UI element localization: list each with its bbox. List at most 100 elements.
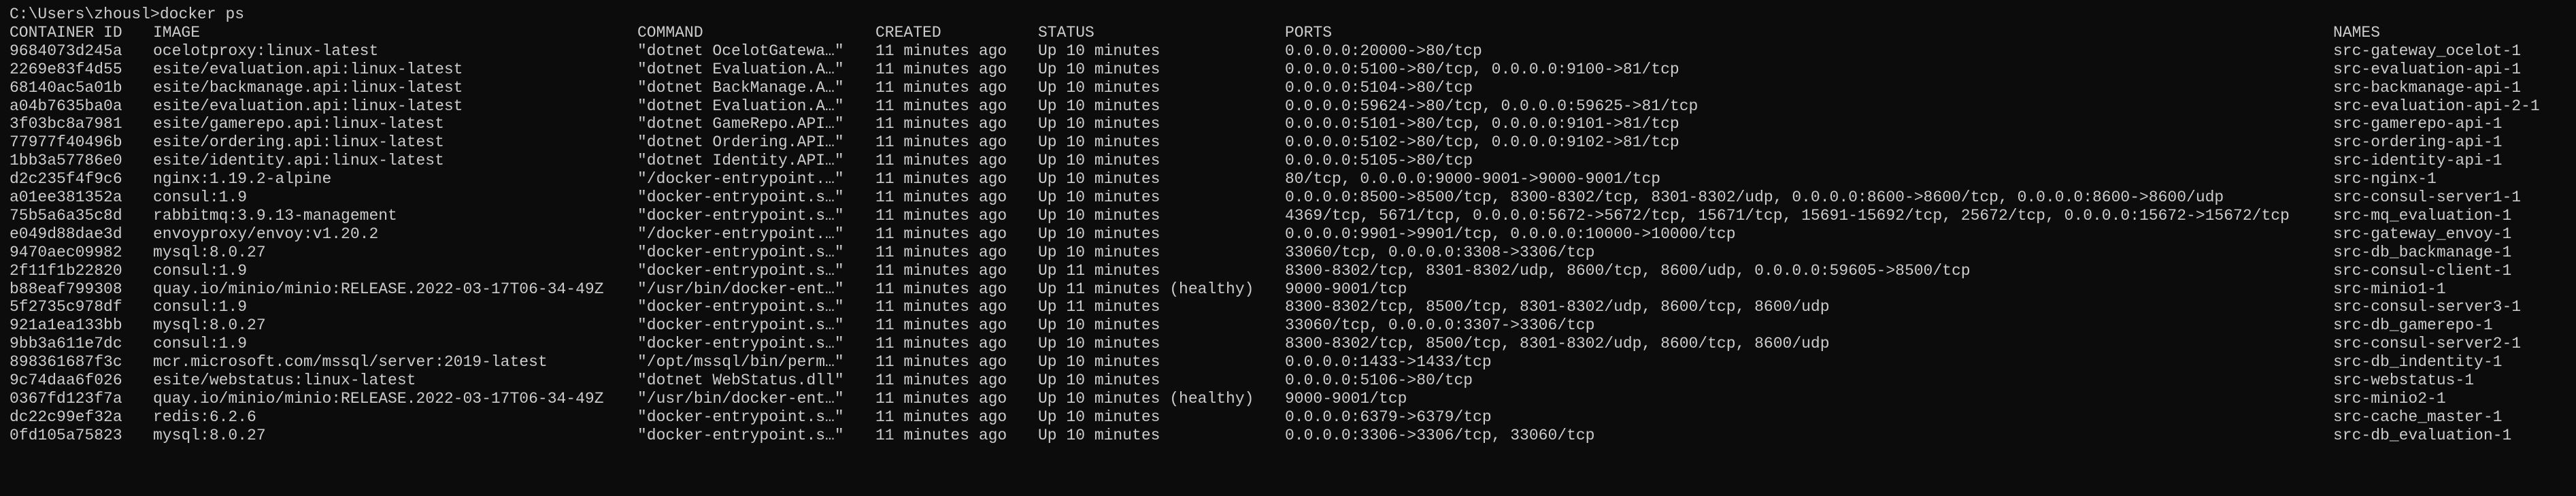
table-row: 921a1ea133bb mysql:8.0.27 "docker-entrypoi… — [0, 316, 2576, 335]
cell-container-id: 77977f40496b — [10, 133, 122, 152]
cell-container-name: src-mq_evaluation-1 — [2333, 206, 2512, 225]
header-command: COMMAND — [637, 24, 703, 42]
cell-container-name: src-db_evaluation-1 — [2333, 426, 2512, 444]
table-row: 75b5a6a35c8d rabbitmq:3.9.13-management "d… — [0, 207, 2576, 225]
cell-image: ocelotproxy:linux-latest — [153, 42, 379, 60]
cell-command: "/docker-entrypoint.…" — [637, 170, 844, 188]
cell-command: "dotnet GameRepo.API…" — [637, 115, 844, 133]
cell-status: Up 10 minutes — [1038, 243, 1160, 261]
cell-created: 11 minutes ago — [875, 243, 1007, 261]
cell-container-id: 2269e83f4d55 — [10, 60, 122, 78]
cell-status: Up 11 minutes — [1038, 261, 1160, 280]
table-row: e049d88dae3d envoyproxy/envoy:v1.20.2 "/do… — [0, 225, 2576, 244]
cell-container-name: src-identity-api-1 — [2333, 152, 2503, 170]
cell-status: Up 10 minutes — [1038, 97, 1160, 115]
cell-status: Up 10 minutes — [1038, 371, 1160, 389]
cell-created: 11 minutes ago — [875, 152, 1007, 170]
cell-status: Up 11 minutes — [1038, 298, 1160, 316]
cell-ports: 0.0.0.0:3306->3306/tcp, 33060/tcp — [1285, 426, 1595, 444]
cell-container-id: a01ee381352a — [10, 188, 122, 206]
header-names: NAMES — [2333, 24, 2381, 42]
cell-ports: 80/tcp, 0.0.0.0:9000-9001->9000-9001/tcp — [1285, 170, 1661, 188]
cell-status: Up 10 minutes — [1038, 42, 1160, 60]
cell-status: Up 10 minutes — [1038, 335, 1160, 353]
table-row: b88eaf799308 quay.io/minio/minio:RELEASE.… — [0, 280, 2576, 299]
cell-image: esite/gamerepo.api:linux-latest — [153, 115, 444, 133]
prompt-text: C:\Users\zhousl>docker ps — [10, 5, 245, 23]
table-row: 77977f40496b esite/ordering.api:linux-lat… — [0, 133, 2576, 152]
cell-status: Up 10 minutes — [1038, 133, 1160, 152]
cell-command: "dotnet OcelotGatewa…" — [637, 42, 844, 60]
cell-container-name: src-minio2-1 — [2333, 389, 2446, 408]
cell-created: 11 minutes ago — [875, 353, 1007, 371]
cell-container-name: src-ordering-api-1 — [2333, 133, 2503, 152]
table-row: 9c74daa6f026 esite/webstatus:linux-latest… — [0, 371, 2576, 390]
table-row: 9bb3a611e7dc consul:1.9 "docker-entrypoint… — [0, 335, 2576, 353]
cell-container-name: src-gateway_ocelot-1 — [2333, 42, 2522, 60]
cell-command: "dotnet Evaluation.A…" — [637, 97, 844, 115]
cell-created: 11 minutes ago — [875, 60, 1007, 78]
cell-container-name: src-consul-client-1 — [2333, 261, 2512, 280]
cell-command: "dotnet Ordering.API…" — [637, 133, 844, 152]
table-row: 5f2735c978df consul:1.9 "docker-entrypoint… — [0, 298, 2576, 316]
cell-created: 11 minutes ago — [875, 389, 1007, 408]
header-status: STATUS — [1038, 24, 1094, 42]
cell-command: "dotnet WebStatus.dll" — [637, 371, 844, 389]
cell-ports: 0.0.0.0:1433->1433/tcp — [1285, 353, 1492, 371]
cell-container-id: 9684073d245a — [10, 42, 122, 60]
header-created: CREATED — [875, 24, 941, 42]
cell-status: Up 10 minutes — [1038, 353, 1160, 371]
cell-ports: 9000-9001/tcp — [1285, 280, 1407, 298]
cell-container-name: src-gamerepo-api-1 — [2333, 115, 2503, 133]
cell-image: mcr.microsoft.com/mssql/server:2019-late… — [153, 353, 548, 371]
table-row: 9470aec09982 mysql:8.0.27 "docker-entrypoi… — [0, 244, 2576, 262]
header-container-id: CONTAINER ID — [10, 24, 122, 42]
cell-created: 11 minutes ago — [875, 188, 1007, 206]
cell-ports: 0.0.0.0:5100->80/tcp, 0.0.0.0:9100->81/t… — [1285, 60, 1679, 78]
cell-image: mysql:8.0.27 — [153, 243, 266, 261]
cell-created: 11 minutes ago — [875, 115, 1007, 133]
cell-ports: 0.0.0.0:5102->80/tcp, 0.0.0.0:9102->81/t… — [1285, 133, 1679, 152]
cell-ports: 4369/tcp, 5671/tcp, 0.0.0.0:5672->5672/t… — [1285, 206, 2290, 225]
cell-ports: 8300-8302/tcp, 8301-8302/udp, 8600/tcp, … — [1285, 261, 1971, 280]
cell-container-id: 75b5a6a35c8d — [10, 206, 122, 225]
cell-command: "/docker-entrypoint.…" — [637, 225, 844, 243]
cell-status: Up 10 minutes — [1038, 225, 1160, 243]
cell-container-id: 2f11f1b22820 — [10, 261, 122, 280]
cell-image: esite/evaluation.api:linux-latest — [153, 60, 463, 78]
cell-container-id: 9bb3a611e7dc — [10, 335, 122, 353]
cell-ports: 0.0.0.0:6379->6379/tcp — [1285, 408, 1492, 426]
cell-container-name: src-cache_master-1 — [2333, 408, 2503, 426]
cell-created: 11 minutes ago — [875, 42, 1007, 60]
cell-created: 11 minutes ago — [875, 206, 1007, 225]
cell-container-id: 5f2735c978df — [10, 298, 122, 316]
cell-ports: 0.0.0.0:59624->80/tcp, 0.0.0.0:59625->81… — [1285, 97, 1699, 115]
cell-ports: 0.0.0.0:5105->80/tcp — [1285, 152, 1473, 170]
cell-image: esite/ordering.api:linux-latest — [153, 133, 444, 152]
cell-created: 11 minutes ago — [875, 426, 1007, 444]
cell-status: Up 10 minutes — [1038, 408, 1160, 426]
cell-container-id: a04b7635ba0a — [10, 97, 122, 115]
cell-status: Up 10 minutes — [1038, 115, 1160, 133]
cell-image: esite/identity.api:linux-latest — [153, 152, 444, 170]
cell-status: Up 10 minutes — [1038, 206, 1160, 225]
table-row: 9684073d245a ocelotproxy:linux-latest "dot… — [0, 42, 2576, 61]
cell-status: Up 10 minutes — [1038, 316, 1160, 335]
cell-command: "docker-entrypoint.s…" — [637, 243, 844, 261]
cell-command: "docker-entrypoint.s…" — [637, 426, 844, 444]
cell-ports: 0.0.0.0:20000->80/tcp — [1285, 42, 1482, 60]
cell-command: "/opt/mssql/bin/perm…" — [637, 353, 844, 371]
table-row: dc22c99ef32a redis:6.2.6 "docker-entrypoin… — [0, 408, 2576, 427]
cell-command: "docker-entrypoint.s…" — [637, 298, 844, 316]
cell-image: consul:1.9 — [153, 188, 248, 206]
cell-status: Up 10 minutes — [1038, 426, 1160, 444]
table-row: 1bb3a57786e0 esite/identity.api:linux-lat… — [0, 152, 2576, 170]
command-prompt-line: C:\Users\zhousl>docker ps — [0, 5, 2576, 24]
header-image: IMAGE — [153, 24, 201, 42]
cell-container-id: 0367fd123f7a — [10, 389, 122, 408]
cell-status: Up 10 minutes — [1038, 152, 1160, 170]
table-row: a04b7635ba0a esite/evaluation.api:linux-l… — [0, 97, 2576, 116]
cell-container-id: 3f03bc8a7981 — [10, 115, 122, 133]
cell-image: rabbitmq:3.9.13-management — [153, 206, 397, 225]
cell-container-id: dc22c99ef32a — [10, 408, 122, 426]
